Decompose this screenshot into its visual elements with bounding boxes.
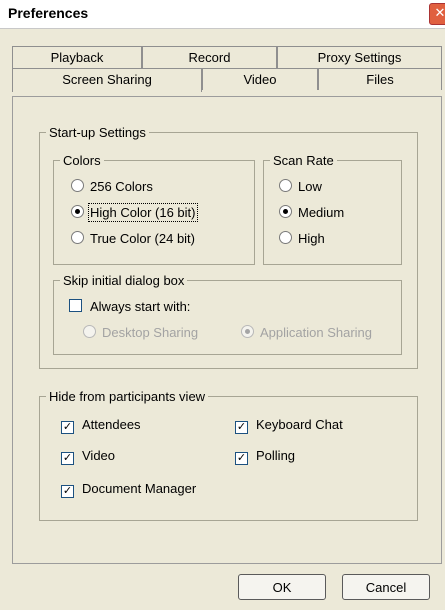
close-button[interactable]: ✕ xyxy=(429,3,445,25)
radio-icon xyxy=(71,179,84,192)
check-icon: ✓ xyxy=(235,421,248,434)
radio-selected-icon xyxy=(241,325,254,338)
check-icon: ✓ xyxy=(61,421,74,434)
tab-panel-screen-sharing: Start-up Settings Colors 256 Colors High… xyxy=(12,96,442,564)
color-24bit-option[interactable]: True Color (24 bit) xyxy=(71,231,195,247)
preferences-dialog: Preferences ✕ Playback Record Proxy Sett… xyxy=(0,0,445,610)
desktop-sharing-option[interactable]: Desktop Sharing xyxy=(83,325,198,341)
hide-video-checkbox[interactable]: ✓ Video xyxy=(61,448,115,465)
checkbox-label: Polling xyxy=(256,448,296,463)
scan-high-option[interactable]: High xyxy=(279,231,325,247)
hide-participants-legend: Hide from participants view xyxy=(49,389,206,404)
hide-attendees-checkbox[interactable]: ✓ Attendees xyxy=(61,417,141,434)
close-icon: ✕ xyxy=(434,6,445,21)
cancel-button[interactable]: Cancel xyxy=(342,574,430,600)
color-16bit-option[interactable]: High Color (16 bit) xyxy=(71,203,198,222)
check-icon: ✓ xyxy=(61,452,74,465)
hide-document-manager-checkbox[interactable]: ✓ Document Manager xyxy=(61,481,196,498)
option-label: Application Sharing xyxy=(260,325,373,340)
scan-medium-option[interactable]: Medium xyxy=(279,205,344,221)
startup-settings-legend: Start-up Settings xyxy=(49,125,146,140)
tab-screen-sharing[interactable]: Screen Sharing xyxy=(12,68,202,92)
radio-selected-icon xyxy=(279,205,292,218)
tab-label: Files xyxy=(366,72,394,87)
tab-strip: Playback Record Proxy Settings Screen Sh… xyxy=(12,46,442,102)
option-label: Low xyxy=(298,179,322,194)
checkbox-label: Always start with: xyxy=(90,299,191,314)
tab-proxy-settings[interactable]: Proxy Settings xyxy=(277,46,442,68)
option-label: Desktop Sharing xyxy=(102,325,199,340)
tab-files[interactable]: Files xyxy=(318,68,442,90)
option-label: High xyxy=(298,231,325,246)
option-label: High Color (16 bit) xyxy=(88,203,198,222)
colors-legend: Colors xyxy=(63,153,101,168)
tab-record[interactable]: Record xyxy=(142,46,277,68)
radio-icon xyxy=(279,179,292,192)
hide-polling-checkbox[interactable]: ✓ Polling xyxy=(235,448,295,465)
always-start-checkbox[interactable]: Always start with: xyxy=(69,299,190,315)
tab-label: Playback xyxy=(50,50,104,65)
check-icon: ✓ xyxy=(61,485,74,498)
radio-icon xyxy=(83,325,96,338)
radio-icon xyxy=(71,231,84,244)
check-icon: ✓ xyxy=(235,452,248,465)
button-label: Cancel xyxy=(365,580,407,595)
tab-label: Record xyxy=(188,50,231,65)
checkbox-label: Video xyxy=(82,448,116,463)
title-bar: Preferences ✕ xyxy=(0,0,445,29)
checkbox-label: Attendees xyxy=(82,417,141,432)
option-label: Medium xyxy=(298,205,345,220)
scan-rate-legend: Scan Rate xyxy=(273,153,334,168)
scan-low-option[interactable]: Low xyxy=(279,179,322,195)
radio-icon xyxy=(279,231,292,244)
hide-keyboard-chat-checkbox[interactable]: ✓ Keyboard Chat xyxy=(235,417,343,434)
checkbox-label: Keyboard Chat xyxy=(256,417,343,432)
application-sharing-option[interactable]: Application Sharing xyxy=(241,325,372,341)
color-256-option[interactable]: 256 Colors xyxy=(71,179,153,195)
tab-label: Video xyxy=(243,72,277,87)
checkbox-icon xyxy=(69,299,82,312)
checkbox-label: Document Manager xyxy=(82,481,197,496)
option-label: 256 Colors xyxy=(90,179,153,194)
option-label: True Color (24 bit) xyxy=(90,231,195,246)
button-label: OK xyxy=(272,580,292,595)
tab-label: Proxy Settings xyxy=(317,50,402,65)
tab-video[interactable]: Video xyxy=(202,68,318,90)
skip-dialog-legend: Skip initial dialog box xyxy=(63,273,185,288)
window-title: Preferences xyxy=(8,5,89,21)
tab-label: Screen Sharing xyxy=(62,72,152,87)
ok-button[interactable]: OK xyxy=(238,574,326,600)
radio-selected-icon xyxy=(71,205,84,218)
tab-playback[interactable]: Playback xyxy=(12,46,142,68)
